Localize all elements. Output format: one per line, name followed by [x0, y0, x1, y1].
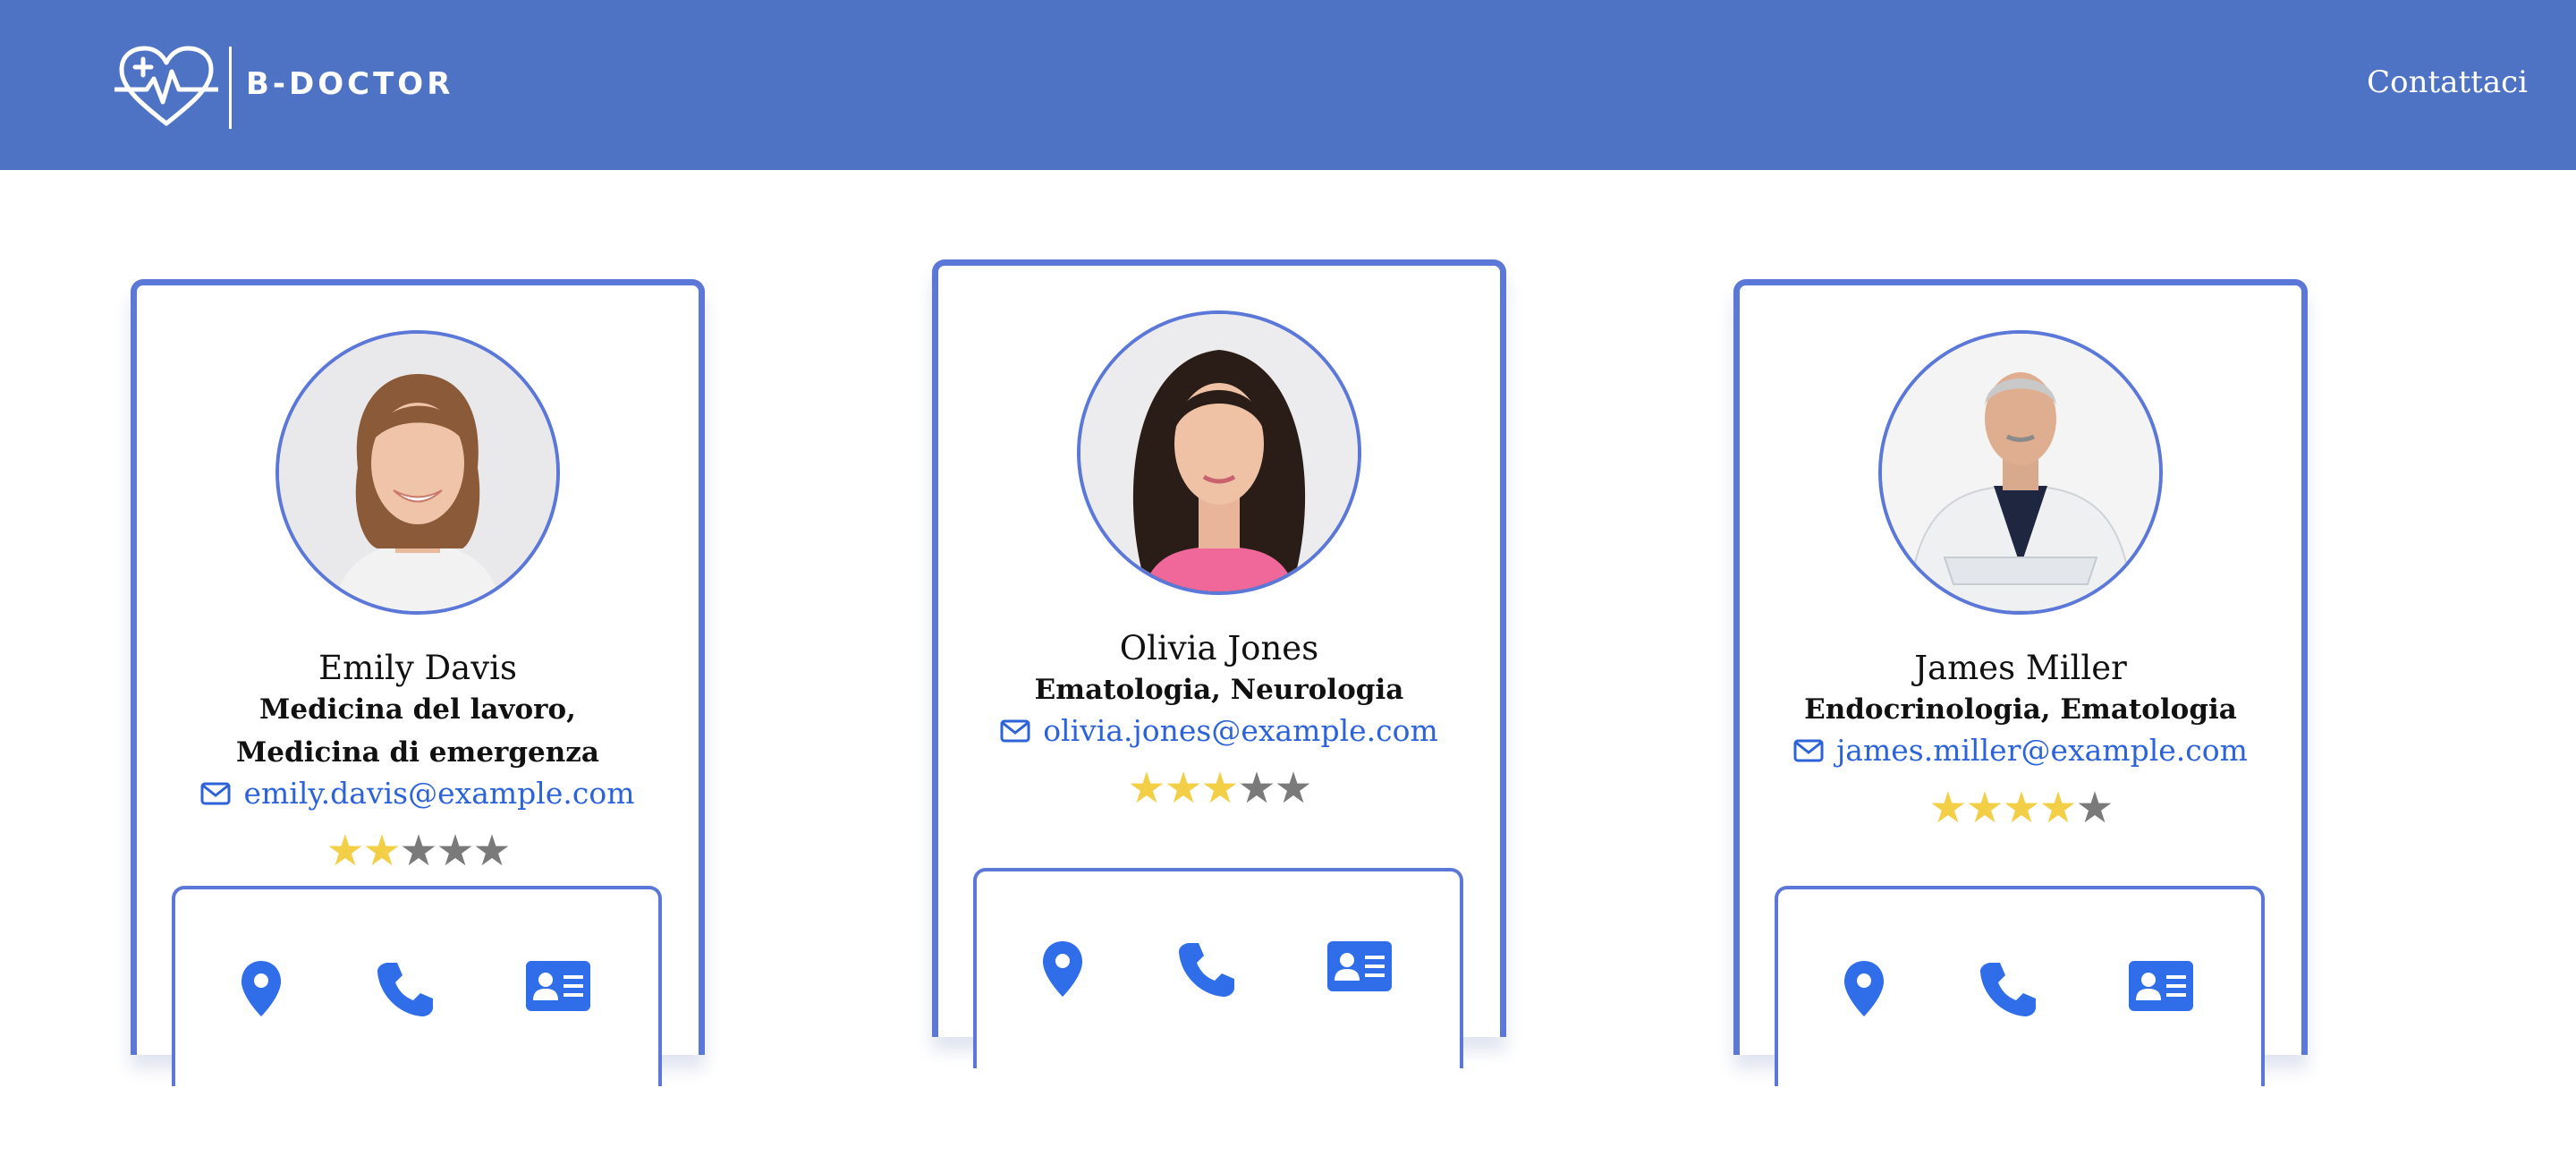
doctor-avatar — [1077, 310, 1361, 595]
phone-icon[interactable] — [1177, 939, 1236, 999]
phone-icon[interactable] — [1979, 959, 2038, 1018]
doctor-email-link[interactable]: olivia.jones@example.com — [1000, 713, 1438, 748]
logo-divider — [229, 47, 232, 129]
doctor-email: james.miller@example.com — [1836, 733, 2248, 768]
doctor-email-link[interactable]: emily.davis@example.com — [200, 776, 635, 811]
nav-link-contattaci[interactable]: Contattaci — [2367, 64, 2528, 100]
doctor-avatar — [1878, 330, 2163, 615]
rating-stars: ★★★★★ — [137, 825, 699, 877]
doctor-email: olivia.jones@example.com — [1043, 713, 1438, 748]
brand-logo[interactable]: B-DOCTOR — [114, 45, 453, 131]
brand-name: B-DOCTOR — [246, 66, 454, 102]
envelope-icon — [1000, 719, 1030, 742]
rating-stars-empty: ★★★ — [399, 826, 511, 876]
location-pin-icon[interactable] — [1041, 939, 1084, 999]
envelope-icon — [1793, 739, 1824, 761]
rating-stars: ★★★★★ — [938, 762, 1500, 814]
contact-card-icon[interactable] — [2129, 961, 2193, 1011]
doctor-specialties: Endocrinologia, Ematologia — [1804, 693, 2237, 726]
location-pin-icon[interactable] — [240, 959, 283, 1018]
doctor-actions — [172, 886, 662, 1086]
doctor-actions — [973, 868, 1463, 1068]
contact-card-icon[interactable] — [1327, 941, 1392, 991]
doctor-email-link[interactable]: james.miller@example.com — [1793, 733, 2248, 768]
rating-stars-filled: ★★★ — [1127, 763, 1239, 813]
phone-icon[interactable] — [376, 959, 435, 1018]
doctor-name: James Miller — [1914, 649, 2127, 687]
doctor-actions — [1775, 886, 2265, 1086]
rating-stars-empty: ★★ — [1237, 763, 1313, 813]
doctor-name: Olivia Jones — [1119, 629, 1319, 667]
contact-card-icon[interactable] — [526, 961, 590, 1011]
rating-stars: ★★★★★ — [1740, 782, 2301, 834]
heart-pulse-logo-icon — [114, 46, 218, 126]
envelope-icon — [200, 782, 231, 804]
navbar: B-DOCTOR Contattaci — [0, 0, 2576, 170]
rating-stars-empty: ★ — [2075, 783, 2114, 833]
doctor-name: Emily Davis — [318, 649, 517, 687]
doctor-specialties: Ematologia, Neurologia — [1034, 674, 1404, 706]
doctor-avatar — [275, 330, 560, 615]
doctor-email: emily.davis@example.com — [243, 776, 635, 811]
rating-stars-filled: ★★ — [326, 826, 401, 876]
location-pin-icon[interactable] — [1843, 959, 1885, 1018]
rating-stars-filled: ★★★★ — [1928, 783, 2077, 833]
doctor-specialties: Medicina del lavoro, Medicina di emergen… — [235, 693, 599, 769]
